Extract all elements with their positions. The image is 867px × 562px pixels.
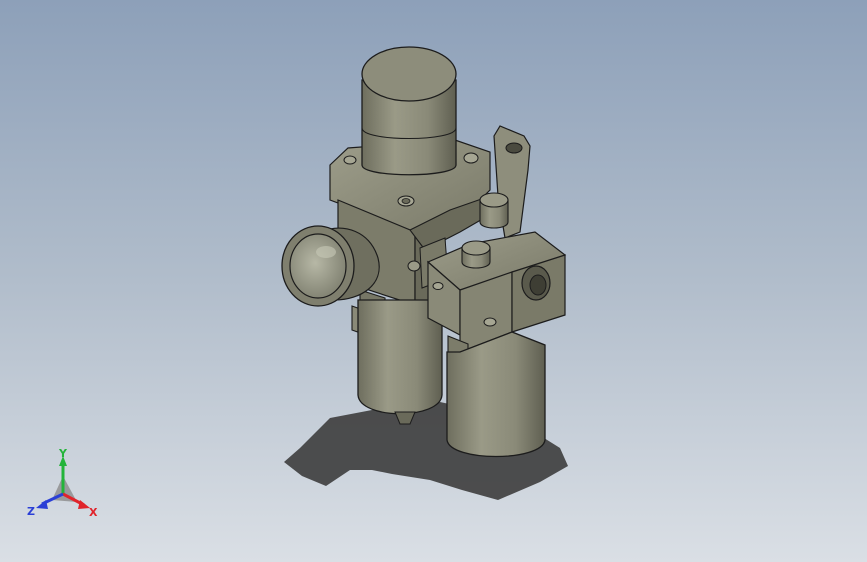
drip-adjust-knob[interactable] [479,192,509,229]
z-axis-label: Z [27,505,35,518]
coordinate-triad[interactable]: Y X Z [22,448,106,524]
lubricator-bowl[interactable] [446,331,546,458]
oil-fill-plug[interactable] [461,240,491,269]
graphics-viewport[interactable]: Y X Z [0,0,867,562]
z-axis-arrow [36,500,48,509]
adjustment-knob[interactable] [361,46,457,176]
y-axis-label: Y [58,448,68,460]
cad-model-view[interactable] [0,0,867,562]
x-axis-label: X [89,506,98,519]
